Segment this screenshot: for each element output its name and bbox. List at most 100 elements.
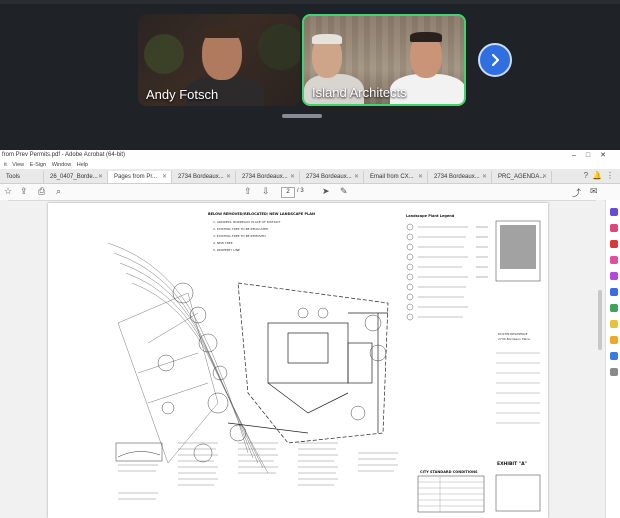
comment-icon[interactable] (610, 320, 618, 328)
participant-name: Island Architects (312, 85, 407, 100)
plant-legend: Landscape Plant Legend (406, 214, 488, 321)
project-title: DUSTIN RESIDENCE (498, 332, 528, 336)
bookmark-star-icon[interactable]: ☆ (4, 186, 12, 197)
standard-conditions-table: CITY STANDARD CONDITIONS (417, 470, 485, 513)
doc-tab[interactable]: 2734 Bordeaux... ✕ (428, 171, 492, 183)
window-controls[interactable]: –□✕ (572, 150, 616, 161)
standard-conditions-title: CITY STANDARD CONDITIONS (420, 470, 478, 474)
chevron-right-icon (491, 53, 500, 67)
scan-ocr-icon[interactable] (610, 288, 618, 296)
close-icon[interactable]: ✕ (98, 171, 103, 183)
close-icon[interactable]: ✕ (482, 171, 487, 183)
meeting-top-strip (0, 0, 620, 4)
close-icon[interactable]: ✕ (354, 171, 359, 183)
heading-line: BELOW REMOVED/RELOCATED/ NEW LANDSCAPE P… (208, 212, 315, 216)
export-pdf-icon[interactable] (610, 272, 618, 280)
project-subtitle: 2734 Bordeaux Place (498, 337, 530, 341)
acrobat-toolbar: ☆ ⇪ ⎙ ⌕ ⇧ ⇩ 2 / 3 ➤ ✎ ⤴ ✉ (0, 184, 620, 201)
close-icon[interactable]: ✕ (226, 171, 231, 183)
acrobat-window: from Prev Permits.pdf - Adobe Acrobat (6… (0, 150, 620, 518)
heading-line: 4. NEW TREE (213, 241, 233, 245)
video-meeting-area: Andy Fotsch Island Architects (0, 0, 620, 150)
title-block-lines (496, 352, 540, 424)
doc-tab[interactable]: 2734 Bordeaux... ✕ (236, 171, 300, 183)
vertical-scrollbar[interactable] (596, 200, 604, 518)
menu-esign[interactable]: E-Sign (30, 162, 47, 168)
page-number-input[interactable]: 2 (281, 187, 295, 198)
site-plan-structures (227, 282, 389, 444)
heading-line: 1. ADDRESS: BORDEAUX PLACE OF DISTRICT (213, 220, 281, 224)
compress-icon[interactable] (610, 336, 618, 344)
pen-icon[interactable]: ✎ (340, 186, 348, 197)
site-plan-drawing: BELOW REMOVED/RELOCATED/ NEW LANDSCAPE P… (107, 212, 541, 513)
doc-tab-label: PRC_AGENDA... (498, 174, 545, 180)
doc-tab-label: Pages from Pr... (114, 174, 158, 180)
more-tools-icon[interactable] (610, 368, 618, 376)
heading-line: 3. EXISTING TREE TO BE REMOVED (213, 234, 266, 238)
close-icon[interactable]: ✕ (418, 171, 423, 183)
combine-files-icon[interactable] (610, 240, 618, 248)
close-icon[interactable]: ✕ (162, 171, 167, 183)
legend-symbols (406, 223, 414, 321)
organize-pages-icon[interactable] (610, 256, 618, 264)
participant-hair (312, 34, 342, 44)
general-notes (118, 442, 398, 500)
detail-section-drawing (115, 442, 163, 462)
fill-sign-icon[interactable] (610, 304, 618, 312)
doc-tab[interactable]: 26_0407_Borde... ✕ (44, 171, 108, 183)
doc-tab-label: Email from CX... (370, 174, 414, 180)
protect-icon[interactable] (610, 352, 618, 360)
scroll-thumb[interactable] (598, 290, 602, 350)
participant-name: Andy Fotsch (146, 87, 219, 102)
menu-edit[interactable]: it (4, 162, 7, 168)
right-tools-rail (605, 200, 620, 518)
heading-line: 5. PROPERTY LINE (213, 248, 240, 252)
doc-tab-label: 2734 Bordeaux... (178, 174, 224, 180)
menu-help[interactable]: Help (77, 162, 88, 168)
exhibit-label: EXHIBIT "A" (497, 461, 527, 467)
gallery-page-indicator (282, 114, 322, 118)
next-participants-button[interactable] (478, 43, 512, 77)
heading-line: 2. EXISTING TREE TO BE RELOCATED (213, 227, 269, 231)
tools-tab[interactable]: Tools (0, 171, 44, 183)
window-title-bar: from Prev Permits.pdf - Adobe Acrobat (6… (0, 150, 620, 161)
close-icon[interactable]: ✕ (542, 171, 547, 183)
search-icon[interactable]: ⌕ (56, 186, 61, 197)
pdf-page-site-plan: BELOW REMOVED/RELOCATED/ NEW LANDSCAPE P… (48, 203, 548, 518)
left-panel-rail (0, 200, 8, 518)
participant-hair (204, 26, 240, 38)
tree-symbols (157, 282, 387, 463)
select-cursor-icon[interactable]: ➤ (322, 186, 330, 197)
heading-notes: BELOW REMOVED/RELOCATED/ NEW LANDSCAPE P… (208, 212, 315, 252)
doc-tab-active[interactable]: Pages from Pr... ✕ (108, 171, 172, 183)
mail-icon[interactable]: ✉ (590, 186, 598, 197)
doc-tab[interactable]: PRC_AGENDA... ✕ (492, 171, 552, 183)
close-icon[interactable]: ✕ (290, 171, 295, 183)
doc-tab-label: 26_0407_Borde... (50, 174, 98, 180)
doc-tab-label: 2734 Bordeaux... (242, 174, 288, 180)
upload-icon[interactable]: ⇪ (20, 186, 28, 197)
doc-tab[interactable]: Email from CX... ✕ (364, 171, 428, 183)
doc-tab[interactable]: 2734 Bordeaux... ✕ (300, 171, 364, 183)
tools-label: Tools (6, 174, 21, 180)
background-plant (258, 24, 300, 70)
menu-bar: it View E-Sign Window Help (0, 161, 620, 169)
print-icon[interactable]: ⎙ (38, 186, 45, 197)
edit-pdf-icon[interactable] (610, 208, 618, 216)
menu-window[interactable]: Window (52, 162, 72, 168)
page-up-icon[interactable]: ⇧ (244, 186, 252, 197)
doc-tab[interactable]: 2734 Bordeaux... ✕ (172, 171, 236, 183)
legend-text-lines (418, 226, 488, 318)
page-down-icon[interactable]: ⇩ (262, 186, 270, 197)
background-plant (144, 34, 184, 74)
share-icon[interactable]: ⤴ (572, 186, 581, 199)
page-total: / 3 (297, 188, 304, 194)
menu-view[interactable]: View (12, 162, 24, 168)
window-title: from Prev Permits.pdf - Adobe Acrobat (6… (2, 152, 126, 158)
create-pdf-icon[interactable] (610, 224, 618, 232)
header-icons[interactable]: ?🔔⋮ (584, 171, 618, 180)
participant-tile-island-architects[interactable]: Island Architects (302, 14, 466, 106)
title-block: DUSTIN RESIDENCE 2734 Bordeaux Place EXH… (495, 220, 541, 512)
legend-title: Landscape Plant Legend (406, 214, 455, 218)
participant-tile-andy-fotsch[interactable]: Andy Fotsch (138, 14, 300, 106)
